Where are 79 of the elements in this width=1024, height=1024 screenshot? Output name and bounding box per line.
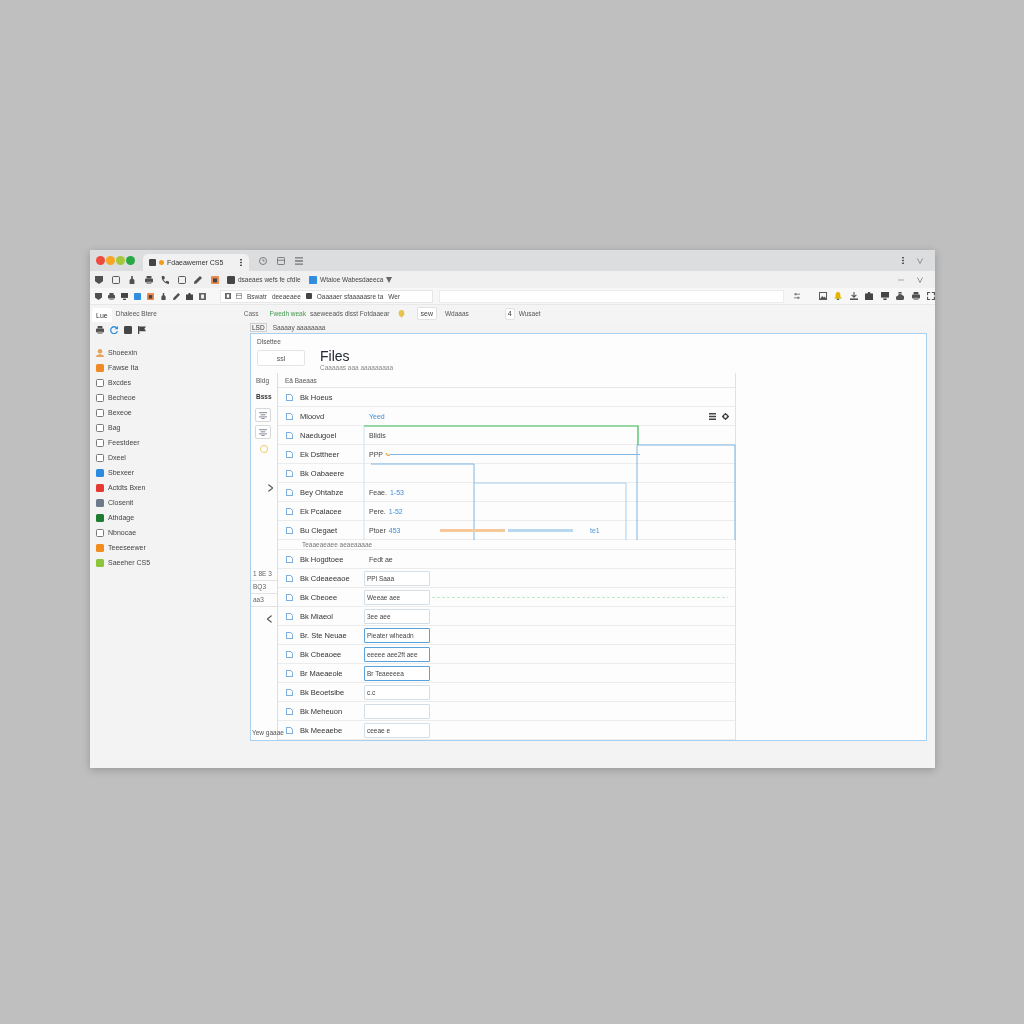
checkbox[interactable] xyxy=(96,408,104,417)
timeline-bar xyxy=(440,529,505,532)
printer-icon[interactable] xyxy=(108,292,115,300)
download-icon[interactable] xyxy=(849,292,858,300)
checkbox[interactable] xyxy=(96,438,104,447)
file-icon xyxy=(286,669,293,677)
file-icon xyxy=(286,707,293,715)
square-icon[interactable] xyxy=(305,293,312,299)
tile-icon[interactable] xyxy=(210,275,219,284)
caret-icon xyxy=(386,276,393,283)
printer-icon[interactable] xyxy=(96,326,104,334)
file-icon xyxy=(286,612,293,620)
chevron-right-icon[interactable] xyxy=(268,484,273,492)
timeline-bar xyxy=(508,529,573,532)
checkbox[interactable] xyxy=(96,423,104,432)
file-icon xyxy=(286,450,293,458)
pin-icon xyxy=(397,309,405,318)
target-icon[interactable] xyxy=(722,412,729,420)
page-icon xyxy=(149,259,156,266)
bell-icon[interactable] xyxy=(834,292,842,300)
file-icon xyxy=(286,393,293,401)
window-icon[interactable] xyxy=(236,293,242,299)
bottle-icon[interactable] xyxy=(160,292,167,300)
file-icon xyxy=(286,488,293,496)
window-control[interactable] xyxy=(96,256,105,265)
camera-icon[interactable] xyxy=(865,292,873,300)
bottle-icon[interactable] xyxy=(128,275,136,284)
file-icon xyxy=(286,726,293,734)
file-icon xyxy=(286,688,293,696)
frame-icon[interactable] xyxy=(225,293,231,299)
clock-icon[interactable] xyxy=(259,256,267,265)
sliders-icon[interactable] xyxy=(794,293,800,299)
monitor-icon[interactable] xyxy=(880,292,889,300)
list-icon[interactable] xyxy=(709,412,716,420)
chevron-left-icon[interactable] xyxy=(267,615,272,623)
tool-button[interactable] xyxy=(255,408,271,422)
ring-icon xyxy=(260,445,268,453)
checkbox[interactable] xyxy=(96,393,104,402)
file-icon xyxy=(286,507,293,515)
input-field[interactable] xyxy=(364,703,430,719)
printer-icon[interactable] xyxy=(144,275,153,284)
frame-icon[interactable] xyxy=(199,292,206,300)
square-icon[interactable] xyxy=(111,275,120,284)
folder-icon xyxy=(227,275,235,284)
file-icon xyxy=(286,555,293,563)
page-icon xyxy=(309,275,317,284)
flag-icon[interactable] xyxy=(138,326,146,334)
file-icon xyxy=(286,431,293,439)
printer-icon[interactable] xyxy=(911,292,920,300)
refresh-icon[interactable] xyxy=(110,326,118,334)
square-icon[interactable] xyxy=(177,275,186,284)
window-icon[interactable] xyxy=(277,256,285,265)
file-icon xyxy=(286,593,293,601)
bag-icon[interactable] xyxy=(896,292,904,300)
phone-icon[interactable] xyxy=(161,275,169,284)
tile-icon[interactable] xyxy=(147,292,154,300)
file-icon xyxy=(286,526,293,534)
pen-icon[interactable] xyxy=(194,275,202,284)
dot-icon xyxy=(159,260,164,265)
checkbox[interactable] xyxy=(96,378,104,387)
chevron-icon[interactable] xyxy=(917,276,923,283)
pen-icon[interactable] xyxy=(173,292,180,300)
file-icon xyxy=(286,631,293,639)
picture-icon[interactable] xyxy=(818,292,827,300)
checkbox[interactable] xyxy=(96,453,104,462)
file-icon xyxy=(286,469,293,477)
checkbox[interactable] xyxy=(96,528,104,537)
monitor-icon[interactable] xyxy=(121,292,128,300)
file-icon xyxy=(286,650,293,658)
camera-icon[interactable] xyxy=(186,292,193,300)
expand-icon[interactable] xyxy=(927,292,935,300)
tool-button[interactable] xyxy=(255,425,271,439)
person-icon xyxy=(96,348,104,357)
page-icon[interactable] xyxy=(134,292,141,300)
align-icon xyxy=(259,411,267,419)
file-icon xyxy=(286,412,293,420)
align-icon xyxy=(259,428,267,436)
page-title: Files xyxy=(320,348,350,364)
file-icon xyxy=(286,574,293,582)
